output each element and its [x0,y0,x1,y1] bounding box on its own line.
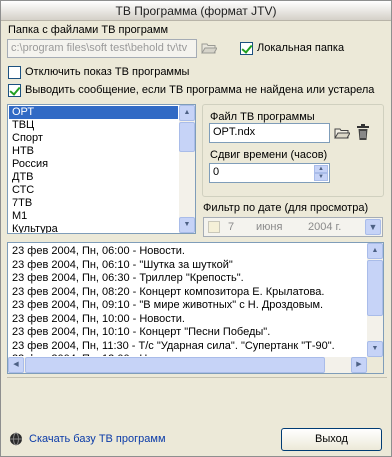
scroll-corner [367,357,383,373]
program-vscroll-thumb[interactable] [367,260,383,316]
tv-program-window: ТВ Программа (формат JTV) Папка с файлам… [0,0,392,457]
folder-path-input[interactable]: c:\program files\soft test\behold tv\tv [7,39,197,58]
program-entry[interactable]: 23 фев 2004, Пн, 06:10 - "Шутка за шутко… [9,259,366,273]
program-entry[interactable]: 23 фев 2004, Пн, 09:10 - "В мире животны… [9,299,366,313]
program-scroll-down-icon[interactable]: ▼ [367,341,383,357]
program-list-hscrollbar[interactable]: ◀ ▶ [8,357,367,373]
folder-label: Папка с файлами ТВ программ [8,24,169,36]
channel-item[interactable]: Культура [9,223,178,233]
exit-button[interactable]: Выход [281,428,382,451]
program-entry[interactable]: 23 фев 2004, Пн, 10:00 - Новости. [9,313,366,327]
open-folder-icon[interactable] [201,41,217,55]
program-scroll-right-icon[interactable]: ▶ [351,357,367,373]
file-label: Файл ТВ программы [210,111,315,123]
time-shift-input[interactable]: 0 ▲ ▼ [209,163,330,183]
channel-item[interactable]: Спорт [9,132,178,145]
channel-list[interactable]: ОРТ ТВЦ Спорт НТВ Россия ДТВ СТС 7ТВ М1 Культура … [7,104,196,234]
channel-item[interactable]: Россия [9,158,178,171]
channel-item[interactable]: СТС [9,184,178,197]
channel-item[interactable]: 7ТВ [9,197,178,210]
scroll-thumb[interactable] [179,122,195,152]
program-entry[interactable]: 23 фев 2004, Пн, 11:30 - Т/с "Ударная си… [9,340,366,354]
date-filter-checkbox[interactable] [208,221,220,233]
channel-item[interactable]: ДТВ [9,171,178,184]
disable-show-checkbox[interactable] [8,66,21,79]
show-message-label: Выводить сообщение, если ТВ программа не… [25,84,375,96]
status-area [7,377,387,417]
delete-icon[interactable] [356,124,370,141]
local-folder-label: Локальная папка [257,42,345,54]
local-folder-checkbox[interactable] [240,42,253,55]
date-month: июня [256,221,283,233]
spin-up-icon[interactable]: ▲ [314,165,328,173]
time-shift-label: Сдвиг времени (часов) [210,149,328,161]
channel-item[interactable]: НТВ [9,145,178,158]
program-list[interactable]: 23 фев 2004, Пн, 06:00 - Новости. 23 фев … [7,242,384,374]
program-scroll-left-icon[interactable]: ◀ [8,357,24,373]
open-file-icon[interactable] [334,126,350,140]
program-entry[interactable]: 23 фев 2004, Пн, 08:20 - Концерт компози… [9,286,366,300]
download-globe-icon [10,432,22,446]
time-shift-value: 0 [213,166,220,178]
file-input[interactable]: OPT.ndx [209,123,330,143]
date-dropdown-icon[interactable]: ▼ [365,219,381,235]
date-day: 7 [228,221,235,233]
channel-item[interactable]: М1 [9,210,178,223]
date-filter-picker[interactable]: 7 июня 2004 г. ▼ [203,217,383,237]
program-entry[interactable]: 23 фев 2004, Пн, 10:10 - Концерт "Песни … [9,326,366,340]
program-entry[interactable]: 23 фев 2004, Пн, 06:30 - Триллер "Крепос… [9,272,366,286]
program-scroll-up-icon[interactable]: ▲ [367,243,383,259]
scroll-up-icon[interactable]: ▲ [179,105,195,121]
date-filter-label: Фильтр по дате (для просмотра) [203,202,369,214]
channel-list-scrollbar[interactable]: ▲ ▼ [179,105,195,233]
show-message-checkbox[interactable] [8,84,21,97]
program-entry[interactable]: 23 фев 2004, Пн, 12:00 - Новости. [9,353,366,356]
date-year: 2004 г. [308,221,342,233]
scroll-down-icon[interactable]: ▼ [179,217,195,233]
spin-down-icon[interactable]: ▼ [314,173,328,181]
program-hscroll-thumb[interactable] [25,357,325,373]
download-tv-base-link[interactable]: Скачать базу ТВ программ [29,433,166,445]
program-list-vscrollbar[interactable]: ▲ ▼ [367,243,383,357]
title-bar[interactable]: ТВ Программа (формат JTV) [1,1,391,21]
program-entry[interactable]: 23 фев 2004, Пн, 06:00 - Новости. [9,245,366,259]
window-title: ТВ Программа (формат JTV) [115,4,277,18]
disable-show-label: Отключить показ ТВ программы [25,66,190,78]
channel-item[interactable]: ОРТ [9,106,178,119]
channel-item[interactable]: ТВЦ [9,119,178,132]
